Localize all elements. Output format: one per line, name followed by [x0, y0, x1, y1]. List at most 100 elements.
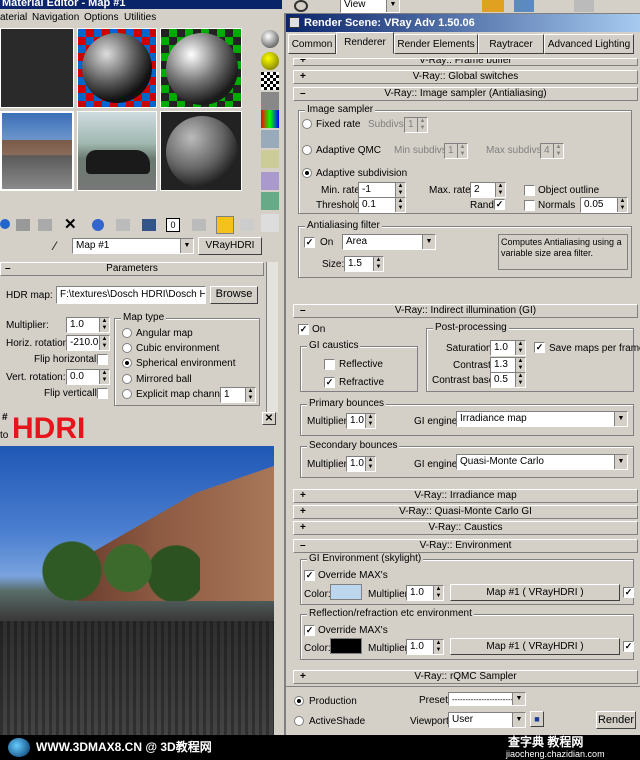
material-map-tool-icon[interactable]: [261, 214, 279, 232]
spinner[interactable]: ▲ ▼: [245, 388, 255, 402]
scrollbar[interactable]: [266, 262, 278, 412]
spinner[interactable]: ▲ ▼: [365, 414, 375, 428]
normals-checkbox[interactable]: [524, 200, 535, 211]
menu-navigation[interactable]: Navigation: [32, 12, 79, 24]
radio-production[interactable]: [294, 696, 304, 706]
rollout-environment[interactable]: – V-Ray:: Environment: [293, 539, 638, 553]
spinner[interactable]: ▲ ▼: [495, 183, 505, 197]
sample-type-icon[interactable]: [261, 30, 279, 48]
preset-combo[interactable]: ------------------------- ▼: [448, 692, 526, 706]
make-unique-icon[interactable]: [116, 219, 130, 231]
radio-explicit[interactable]: [122, 389, 132, 399]
sample-slot-3[interactable]: [160, 28, 242, 108]
quick-render-icon[interactable]: [482, 0, 504, 12]
multiplier-field[interactable]: 1.0 ▲ ▼: [66, 317, 110, 333]
material-editor-titlebar[interactable]: Material Editor - Map #1: [0, 0, 282, 9]
show-end-result-icon[interactable]: [216, 216, 234, 234]
make-preview-icon[interactable]: [261, 130, 279, 148]
sample-slot-5-car[interactable]: [77, 111, 157, 191]
spell-icon[interactable]: [574, 0, 594, 12]
rollout-rqmc-sampler[interactable]: + V-Ray:: rQMC Sampler: [293, 670, 638, 684]
parameters-rollout-header[interactable]: – Parameters: [0, 262, 264, 276]
video-check-icon[interactable]: [261, 110, 279, 128]
aa-on-checkbox[interactable]: ✓: [304, 237, 315, 248]
spinner[interactable]: ▲ ▼: [417, 118, 427, 132]
rollout-irradiance-map[interactable]: + V-Ray:: Irradiance map: [293, 489, 638, 503]
go-to-parent-icon[interactable]: [240, 219, 254, 231]
get-material-icon[interactable]: [0, 219, 10, 229]
sample-slot-1[interactable]: [0, 28, 74, 108]
tab-raytracer[interactable]: Raytracer: [478, 34, 544, 54]
threshold-field[interactable]: 0.1 ▲ ▼: [358, 197, 406, 213]
flip-v-checkbox[interactable]: [97, 388, 108, 399]
spinner[interactable]: ▲ ▼: [515, 373, 525, 387]
refl-color-swatch[interactable]: [330, 638, 362, 654]
contrast-base-field[interactable]: 0.5 ▲ ▼: [490, 372, 526, 388]
radio-mirrored-ball[interactable]: [122, 374, 132, 384]
subdivs-field[interactable]: 1 ▲ ▼: [404, 117, 428, 133]
refl-env-map-checkbox[interactable]: ✓: [623, 641, 634, 652]
spinner[interactable]: ▲ ▼: [433, 640, 443, 654]
hdr-map-path-field[interactable]: F:\textures\Dosch HDRI\Dosch HDR: [56, 286, 206, 304]
refl-override-checkbox[interactable]: ✓: [304, 625, 315, 636]
material-effects-channel-icon[interactable]: 0: [166, 218, 180, 232]
render-button[interactable]: Render: [596, 711, 636, 729]
lock-icon[interactable]: ■: [530, 711, 544, 727]
map-type-button[interactable]: VRayHDRI: [198, 237, 262, 255]
spinner[interactable]: ▲ ▼: [395, 198, 405, 212]
primary-gi-engine-combo[interactable]: Irradiance map ▼: [456, 411, 628, 427]
gi-on-checkbox[interactable]: ✓: [298, 324, 309, 335]
sample-slot-2[interactable]: [77, 28, 157, 108]
rollout-qmc-gi[interactable]: + V-Ray:: Quasi-Monte Carlo GI: [293, 505, 638, 519]
save-maps-checkbox[interactable]: ✓: [534, 342, 545, 353]
backlight-icon[interactable]: [261, 52, 279, 70]
aa-filter-combo[interactable]: Area ▼: [342, 234, 436, 250]
spinner[interactable]: ▲ ▼: [457, 144, 467, 158]
pick-material-icon[interactable]: ⁄: [54, 239, 68, 253]
browse-button[interactable]: Browse: [210, 286, 258, 304]
put-to-library-icon[interactable]: [142, 219, 156, 231]
render-scene-titlebar[interactable]: Render Scene: VRay Adv 1.50.06: [286, 14, 640, 32]
view-combo[interactable]: View ▼: [340, 0, 400, 13]
sample-slot-6[interactable]: [160, 111, 242, 191]
aa-size-field[interactable]: 1.5 ▲ ▼: [344, 256, 384, 272]
spinner[interactable]: ▲ ▼: [365, 457, 375, 471]
rollout-indirect-illumination[interactable]: – V-Ray:: Indirect illumination (GI): [293, 304, 638, 318]
flip-h-checkbox[interactable]: [97, 354, 108, 365]
sample-slot-4-hdri[interactable]: [0, 111, 74, 191]
rollout-global-switches[interactable]: + V-Ray:: Global switches: [293, 70, 638, 84]
radio-angular[interactable]: [122, 328, 132, 338]
radio-cubic[interactable]: [122, 343, 132, 353]
gi-env-map-button[interactable]: Map #1 ( VRayHDRI ): [450, 584, 620, 601]
tab-common[interactable]: Common: [288, 34, 336, 54]
spinner[interactable]: ▲ ▼: [99, 318, 109, 332]
rand-checkbox[interactable]: ✓: [494, 199, 505, 210]
menu-material[interactable]: aterial: [0, 12, 27, 24]
spinner[interactable]: ▲ ▼: [515, 341, 525, 355]
vert-rotation-field[interactable]: 0.0 ▲ ▼: [66, 369, 110, 385]
map-channel-field[interactable]: 1 ▲ ▼: [220, 387, 256, 403]
show-map-icon[interactable]: [192, 219, 206, 231]
assign-material-icon[interactable]: [38, 219, 52, 231]
spinner[interactable]: ▲ ▼: [553, 144, 563, 158]
horiz-rotation-field[interactable]: -210.0 ▲ ▼: [66, 335, 110, 351]
tab-advanced-lighting[interactable]: Advanced Lighting: [544, 34, 634, 54]
spinner[interactable]: ▲ ▼: [373, 257, 383, 271]
reflective-checkbox[interactable]: [324, 359, 335, 370]
spinner[interactable]: ▲ ▼: [395, 183, 405, 197]
put-to-scene-icon[interactable]: [16, 219, 30, 231]
secondary-gi-engine-combo[interactable]: Quasi-Monte Carlo ▼: [456, 454, 628, 470]
menu-options[interactable]: Options: [84, 12, 118, 24]
render-icon[interactable]: [514, 0, 534, 12]
radio-spherical[interactable]: [122, 358, 132, 368]
select-by-material-icon[interactable]: [261, 172, 279, 190]
object-outline-checkbox[interactable]: [524, 185, 535, 196]
spinner[interactable]: ▲ ▼: [99, 370, 109, 384]
map-name-combo[interactable]: Map #1 ▼: [72, 238, 194, 254]
spinner[interactable]: ▲ ▼: [617, 198, 627, 212]
radio-fixed-rate[interactable]: [302, 119, 312, 129]
gi-override-checkbox[interactable]: ✓: [304, 570, 315, 581]
copy-material-icon[interactable]: [92, 219, 104, 231]
max-subdivs-field[interactable]: 4 ▲ ▼: [540, 143, 564, 159]
gi-env-map-checkbox[interactable]: ✓: [623, 587, 634, 598]
